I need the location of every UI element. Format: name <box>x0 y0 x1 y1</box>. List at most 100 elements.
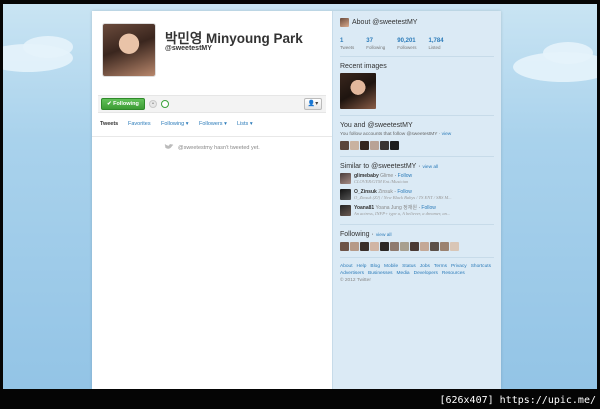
stat-label: Followers <box>397 45 417 50</box>
footer-link-privacy[interactable]: Privacy <box>451 264 467 270</box>
following-title: Following · view all <box>340 231 392 238</box>
following-avatar[interactable] <box>350 242 359 251</box>
following-avatar[interactable] <box>440 242 449 251</box>
similar-user-bio: CLOVER/GTM Ent./Musician <box>354 179 409 184</box>
you-and-text: You follow accounts that follow @sweetes… <box>340 132 494 137</box>
following-avatar[interactable] <box>400 242 409 251</box>
main-column: 박민영 Minyoung Park @sweetestMY ✔ Followin… <box>92 11 332 389</box>
similar-view-all-link[interactable]: view all <box>422 165 438 170</box>
similar-user-bio: An actress, INFP+ type a, A believer, a … <box>354 211 451 216</box>
similar-user[interactable]: glimebaby Glime · Follow CLOVER/GTM Ent.… <box>340 173 494 186</box>
footer-link-status[interactable]: Status <box>402 264 416 270</box>
tab-following[interactable]: Following ▾ <box>161 121 189 127</box>
footer-link-jobs[interactable]: Jobs <box>420 264 430 270</box>
you-and-description: You follow accounts that follow @sweetes… <box>340 132 441 137</box>
similar-user[interactable]: Yoana81 Yoana Jung 정재원 · Follow An actre… <box>340 205 494 218</box>
mutual-avatar[interactable] <box>340 141 349 150</box>
following-avatar[interactable] <box>450 242 459 251</box>
following-avatar[interactable] <box>370 242 379 251</box>
following-avatars <box>340 242 494 251</box>
footer-links: About Help Blog Mobile Status Jobs Terms… <box>340 264 494 284</box>
footer-link-resources[interactable]: Resources <box>442 271 465 277</box>
following-title-text: Following <box>340 231 370 238</box>
footer-link-developers[interactable]: Developers <box>414 271 438 277</box>
tab-favorites[interactable]: Favorites <box>128 121 151 127</box>
stat-tweets[interactable]: 1 Tweets <box>340 38 354 50</box>
following-avatar[interactable] <box>360 242 369 251</box>
divider <box>340 257 494 258</box>
stat-following[interactable]: 37 Following <box>366 38 385 50</box>
mutual-avatar[interactable] <box>370 141 379 150</box>
tab-lists[interactable]: Lists ▾ <box>237 121 253 127</box>
similar-title: Similar to @sweetestMY · view all <box>340 163 439 170</box>
mutual-avatar[interactable] <box>350 141 359 150</box>
copyright-text: © 2012 Twitter <box>340 278 371 283</box>
tab-lists-label: Lists <box>237 121 249 127</box>
recent-images-title: Recent images <box>340 63 387 70</box>
following-avatar[interactable] <box>390 242 399 251</box>
mutual-follows-avatars <box>340 141 494 150</box>
about-header: About @sweetestMY <box>340 17 494 28</box>
stat-value: 1 <box>340 38 344 44</box>
mutual-avatar[interactable] <box>360 141 369 150</box>
chevron-down-icon: ▾ <box>224 121 227 127</box>
similar-user[interactable]: O_Zinsuk Zinsuk · Follow O_Zinsuk (ZJ) /… <box>340 189 494 202</box>
following-button-label: Following <box>113 101 139 107</box>
footer-link-mobile[interactable]: Mobile <box>384 264 398 270</box>
following-avatar[interactable] <box>380 242 389 251</box>
twitter-bird-icon <box>164 144 174 149</box>
footer-link-terms[interactable]: Terms <box>434 264 447 270</box>
background-cloud <box>543 42 593 64</box>
mobile-notification-icon[interactable] <box>161 100 169 108</box>
stat-label: Following <box>366 45 386 50</box>
profile-handle: @sweetestMY <box>165 45 212 52</box>
following-avatar[interactable] <box>420 242 429 251</box>
notification-icon[interactable]: • <box>149 100 157 108</box>
stat-label: Listed <box>428 45 441 50</box>
similar-title-text: Similar to @sweetestMY <box>340 163 417 170</box>
empty-timeline-message: @sweetestmy hasn't tweeted yet. <box>178 145 260 151</box>
mutual-avatar[interactable] <box>380 141 389 150</box>
stat-listed[interactable]: 1,784 Listed <box>429 38 444 50</box>
stat-label: Tweets <box>340 45 355 50</box>
tab-followers[interactable]: Followers ▾ <box>199 121 227 127</box>
profile-avatar[interactable] <box>102 23 156 77</box>
divider <box>340 156 494 157</box>
following-avatar[interactable] <box>340 242 349 251</box>
background-cloud <box>23 36 73 58</box>
similar-user-avatar <box>340 205 351 216</box>
chevron-down-icon: ▾ <box>185 121 189 127</box>
footer-link-media[interactable]: Media <box>397 271 410 277</box>
chevron-down-icon: ▾ <box>249 121 253 127</box>
you-and-title: You and @sweetestMY <box>340 122 413 129</box>
following-button[interactable]: ✔ Following <box>101 98 145 110</box>
tab-tweets[interactable]: Tweets <box>100 121 118 127</box>
stat-value: 90,201 <box>397 38 416 44</box>
tabs-divider <box>92 136 332 137</box>
tab-followers-label: Followers <box>199 121 223 127</box>
footer-link-advertisers[interactable]: Advertisers <box>340 271 364 277</box>
mini-avatar <box>340 18 349 27</box>
similar-user-avatar <box>340 189 351 200</box>
you-and-view-link[interactable]: view <box>442 132 452 137</box>
divider <box>340 224 494 225</box>
dashboard-sidebar: About @sweetestMY 1 Tweets 37 Following … <box>332 11 501 389</box>
checkmark-icon: ✔ <box>107 101 112 107</box>
stat-followers[interactable]: 90,201 Followers <box>397 38 416 50</box>
mutual-avatar[interactable] <box>390 141 399 150</box>
footer-link-businesses[interactable]: Businesses <box>368 271 393 277</box>
following-view-all-link[interactable]: view all <box>376 233 392 238</box>
divider <box>340 115 494 116</box>
following-avatar[interactable] <box>430 242 439 251</box>
user-actions-menu-button[interactable]: 👤▾ <box>304 98 322 110</box>
footer-link-blog[interactable]: Blog <box>370 264 380 270</box>
recent-image-thumbnail[interactable] <box>340 73 376 109</box>
profile-tabs: Tweets Favorites Following ▾ Followers ▾… <box>98 121 326 133</box>
footer-link-shortcuts[interactable]: Shortcuts <box>471 264 491 270</box>
footer-link-about[interactable]: About <box>340 264 353 270</box>
footer-link-help[interactable]: Help <box>357 264 367 270</box>
stat-value: 37 <box>366 38 373 44</box>
browser-viewport: 박민영 Minyoung Park @sweetestMY ✔ Followin… <box>3 4 597 389</box>
following-avatar[interactable] <box>410 242 419 251</box>
stat-value: 1,784 <box>428 38 444 44</box>
